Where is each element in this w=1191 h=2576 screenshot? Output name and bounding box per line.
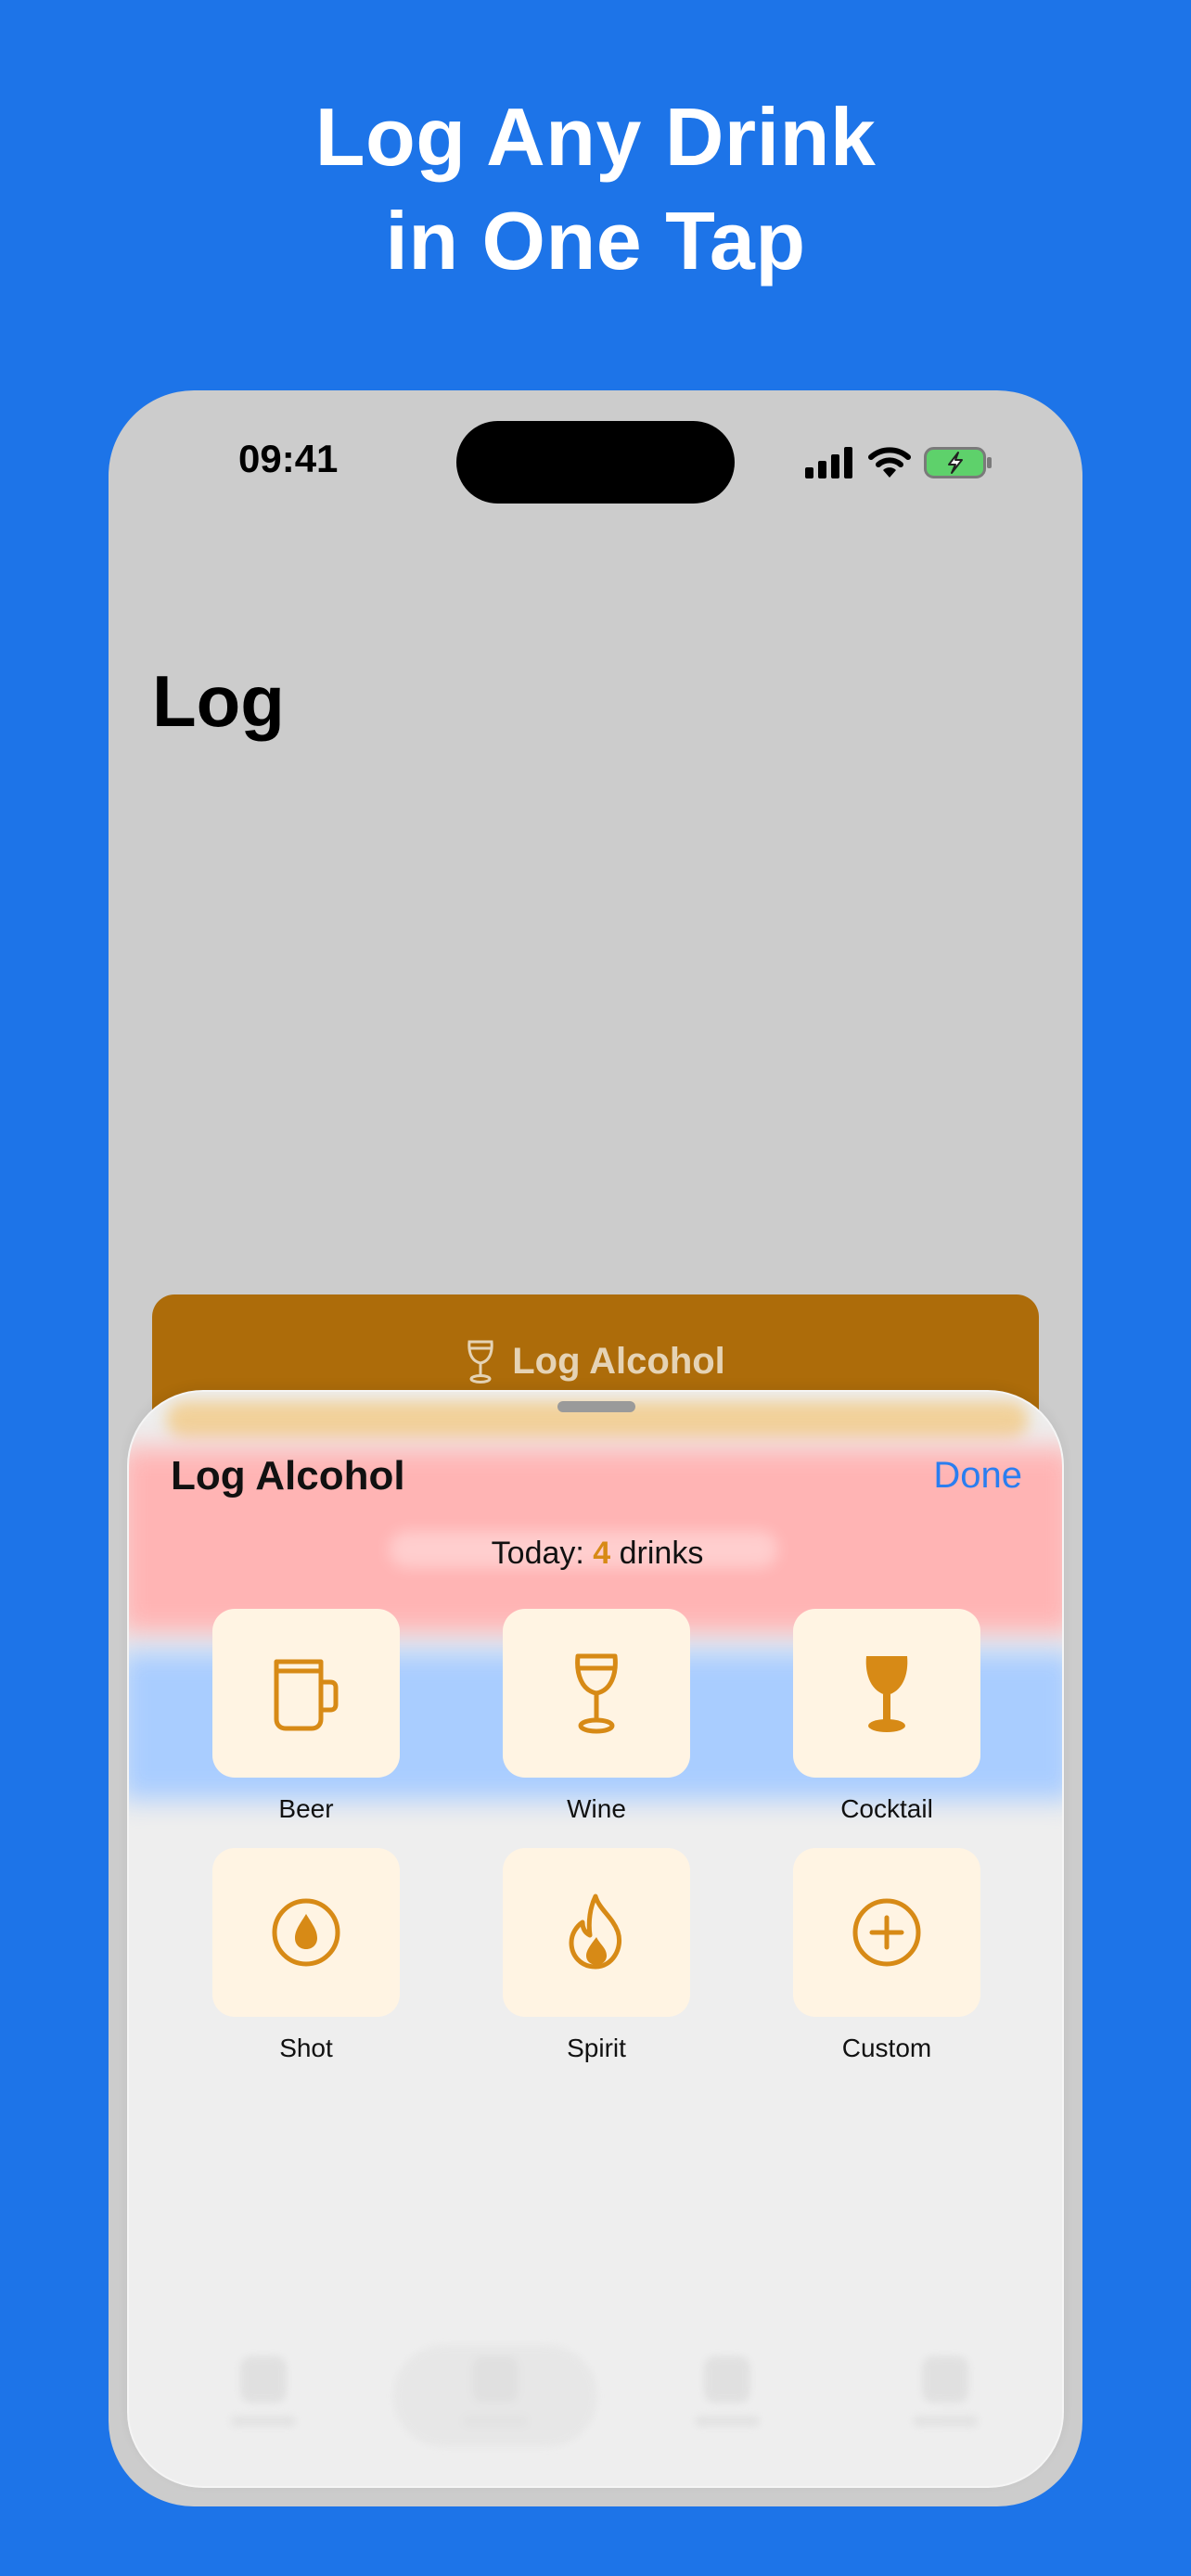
sheet-title: Log Alcohol: [171, 1453, 405, 1498]
drink-tile[interactable]: [793, 1609, 980, 1778]
drop-icon: [272, 1898, 340, 1967]
drink-tile[interactable]: [503, 1609, 690, 1778]
status-bar: 09:41: [109, 390, 1082, 529]
drink-option-beer[interactable]: Beer: [212, 1609, 400, 1824]
wifi-icon: [868, 447, 911, 478]
done-button[interactable]: Done: [933, 1455, 1022, 1497]
flame-icon: [569, 1894, 621, 1970]
drink-label: Custom: [841, 2034, 932, 2062]
background-tab-bar-blur: [129, 2319, 1062, 2486]
drink-label: Beer: [278, 1794, 334, 1823]
log-alcohol-sheet: Log Alcohol Done Today: 4 drinks Beer Wi…: [127, 1390, 1064, 2488]
today-count: 4: [593, 1536, 611, 1571]
drink-option-spirit[interactable]: Spirit: [503, 1848, 690, 2063]
drink-option-cocktail[interactable]: Cocktail: [793, 1609, 980, 1824]
drink-option-shot[interactable]: Shot: [212, 1848, 400, 2063]
drink-label: Wine: [567, 1794, 626, 1823]
headline-line-2: in One Tap: [385, 195, 806, 287]
blurred-tab: [681, 2356, 774, 2430]
today-summary: Today: 4 drinks: [129, 1536, 1062, 1572]
today-suffix: drinks: [610, 1536, 704, 1571]
page-title: Log: [152, 660, 285, 742]
drink-tile[interactable]: [212, 1609, 400, 1778]
status-icons: [805, 444, 994, 481]
drink-label: Spirit: [567, 2034, 626, 2062]
drink-tile[interactable]: [212, 1848, 400, 2017]
today-prefix: Today:: [491, 1536, 594, 1571]
blurred-tab: [217, 2356, 310, 2430]
cocktail-glass-icon: [865, 1656, 908, 1732]
blurred-tab: [899, 2356, 992, 2430]
drink-tile[interactable]: [503, 1848, 690, 2017]
status-time: 09:41: [238, 437, 339, 480]
headline-line-1: Log Any Drink: [314, 91, 877, 183]
cellular-signal-icon: [805, 447, 852, 478]
drink-option-wine[interactable]: Wine: [503, 1609, 690, 1824]
headline: Log Any Drink in One Tap: [0, 85, 1191, 293]
plus-circle-icon: [852, 1898, 921, 1967]
drink-option-custom[interactable]: Custom: [793, 1848, 980, 2063]
wine-glass-icon: [467, 1340, 493, 1384]
battery-charging-icon: [924, 447, 992, 478]
drink-tile[interactable]: [793, 1848, 980, 2017]
drink-label: Shot: [279, 2034, 333, 2062]
blurred-tab: [449, 2356, 542, 2430]
log-alcohol-button-label: Log Alcohol: [512, 1340, 725, 1382]
log-alcohol-button-content: Log Alcohol: [152, 1339, 1039, 1384]
drink-label: Cocktail: [840, 1794, 933, 1823]
wine-glass-icon: [575, 1653, 618, 1734]
beer-mug-icon: [274, 1659, 339, 1731]
phone-mockup: 09:41 Log Log Alcohol Log Alcohol Done T…: [109, 390, 1082, 2506]
dynamic-island: [456, 421, 735, 504]
sheet-grabber[interactable]: [557, 1401, 635, 1412]
